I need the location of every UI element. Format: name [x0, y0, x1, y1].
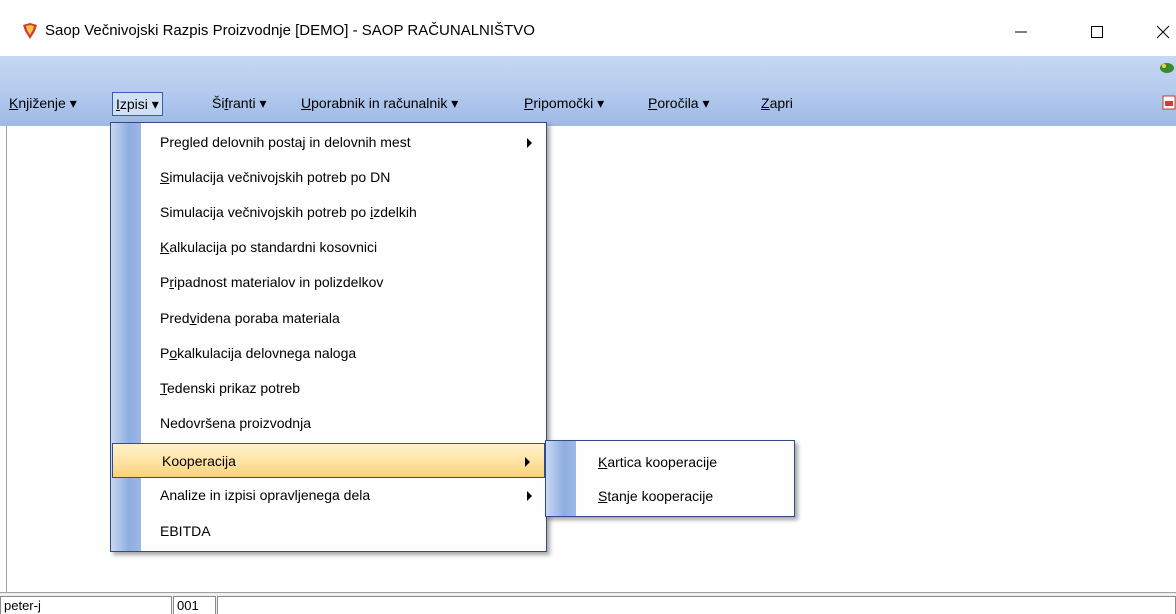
status-code: 001	[173, 596, 216, 614]
submenu-arrow-icon	[527, 138, 532, 148]
menu-label: porabnik in računalnik ▾	[311, 95, 459, 111]
menu-label: Ši	[212, 95, 225, 111]
item-label: S	[160, 169, 170, 185]
item-label: K	[598, 454, 608, 470]
item-label: Kooperacija	[162, 453, 236, 469]
item-label: zdelkih	[373, 204, 417, 220]
item-label: tanje kooperacije	[607, 488, 714, 504]
item-label: edenski prikaz potreb	[167, 380, 301, 396]
menu-label: ranti ▾	[228, 95, 267, 111]
pdf-icon[interactable]	[1162, 95, 1176, 110]
submenu-arrow-icon	[527, 491, 532, 501]
izpisi-dropdown-menu: Pregled delovnih postaj in delovnih mest…	[110, 122, 547, 552]
menu-label: K	[9, 95, 19, 111]
maximize-button[interactable]	[1074, 14, 1120, 50]
menu-item-simulacija-izdelki[interactable]: Simulacija večnivojskih potreb po izdelk…	[111, 195, 546, 230]
menu-zapri[interactable]: Zapri	[758, 92, 796, 116]
item-label: imulacija večnivojskih potreb po DN	[169, 169, 391, 185]
menu-item-ebitda[interactable]: EBITDA	[111, 514, 546, 549]
menu-item-pregled-delovnih-postaj[interactable]: Pregled delovnih postaj in delovnih mest	[111, 125, 546, 160]
menu-item-kartica-kooperacije[interactable]: Kartica kooperacije	[546, 445, 794, 479]
item-label: S	[598, 488, 608, 504]
menu-item-stanje-kooperacije[interactable]: Stanje kooperacije	[546, 479, 794, 513]
close-icon	[1156, 25, 1170, 39]
item-label: idena poraba materiala	[196, 310, 340, 326]
item-label: kalkulacija delovnega naloga	[177, 345, 357, 361]
app-logo-icon	[23, 23, 37, 39]
item-label: v	[189, 310, 197, 326]
menu-label: ripomočki ▾	[533, 95, 605, 111]
menu-label: apri	[769, 95, 793, 111]
item-label: P	[160, 274, 170, 290]
item-label: T	[160, 380, 167, 396]
menu-label: P	[648, 95, 658, 111]
menu-pripomocki[interactable]: Pripomočki ▾	[521, 92, 607, 116]
menu-item-kalkulacija[interactable]: Kalkulacija po standardni kosovnici	[111, 230, 546, 265]
item-label: K	[160, 239, 170, 255]
item-label: alkulacija po standardni kosovnici	[169, 239, 378, 255]
minimize-icon	[1015, 31, 1027, 33]
item-label: ipadnost materialov in polizdelkov	[174, 274, 384, 290]
menu-item-predvidena-poraba[interactable]: Predvidena poraba materiala	[111, 301, 546, 336]
window-title: Saop Večnivojski Razpis Proizvodnje [DEM…	[45, 22, 535, 39]
item-label: Analize in izpisi opravljenega dela	[160, 487, 371, 503]
item-label: Pred	[160, 310, 190, 326]
title-bar: Saop Večnivojski Razpis Proizvodnje [DEM…	[0, 0, 1176, 64]
kooperacija-submenu: Kartica kooperacije Stanje kooperacije	[545, 440, 795, 517]
item-label: Nedovršena proizvodnja	[160, 415, 311, 431]
menu-item-kooperacija[interactable]: Kooperacija	[112, 443, 545, 478]
menu-item-pripadnost[interactable]: Pripadnost materialov in polizdelkov	[111, 265, 546, 300]
menu-item-analize[interactable]: Analize in izpisi opravljenega dela	[111, 478, 546, 513]
menu-label: njiženje ▾	[18, 95, 77, 111]
menu-sifranti[interactable]: Šifranti ▾	[209, 92, 270, 116]
menu-izpisi[interactable]: Izpisi ▾	[112, 92, 163, 116]
menu-label: zpisi ▾	[119, 96, 159, 112]
menu-label: oročila ▾	[657, 95, 710, 111]
menu-item-tedenski-prikaz[interactable]: Tedenski prikaz potreb	[111, 371, 546, 406]
menu-label: P	[524, 95, 534, 111]
submenu-arrow-icon	[525, 457, 530, 467]
menu-uporabnik[interactable]: Uporabnik in računalnik ▾	[298, 92, 461, 116]
close-button[interactable]	[1140, 14, 1176, 50]
toolbar-app-icon[interactable]	[1158, 60, 1176, 74]
menu-label: U	[301, 95, 312, 111]
item-label: artica kooperacije	[607, 454, 718, 470]
menu-item-pokalkulacija[interactable]: Pokalkulacija delovnega naloga	[111, 336, 546, 371]
menu-item-simulacija-dn[interactable]: Simulacija večnivojskih potreb po DN	[111, 160, 546, 195]
item-label: Simulacija večnivojskih potreb po	[160, 204, 371, 220]
menu-label: Z	[761, 95, 770, 111]
maximize-icon	[1091, 26, 1103, 38]
menu-porocila[interactable]: Poročila ▾	[645, 92, 713, 116]
status-message	[217, 596, 1176, 614]
item-label: EBITDA	[160, 523, 211, 539]
item-label: o	[169, 345, 178, 361]
item-label: Pregled delovnih postaj in delovnih mest	[160, 134, 411, 150]
status-user: peter-j	[0, 596, 172, 614]
minimize-button[interactable]	[998, 14, 1044, 50]
menu-knjizenje[interactable]: Knjiženje ▾	[6, 92, 80, 116]
menu-item-nedovrsena[interactable]: Nedovršena proizvodnja	[111, 406, 546, 441]
item-label: P	[160, 345, 170, 361]
